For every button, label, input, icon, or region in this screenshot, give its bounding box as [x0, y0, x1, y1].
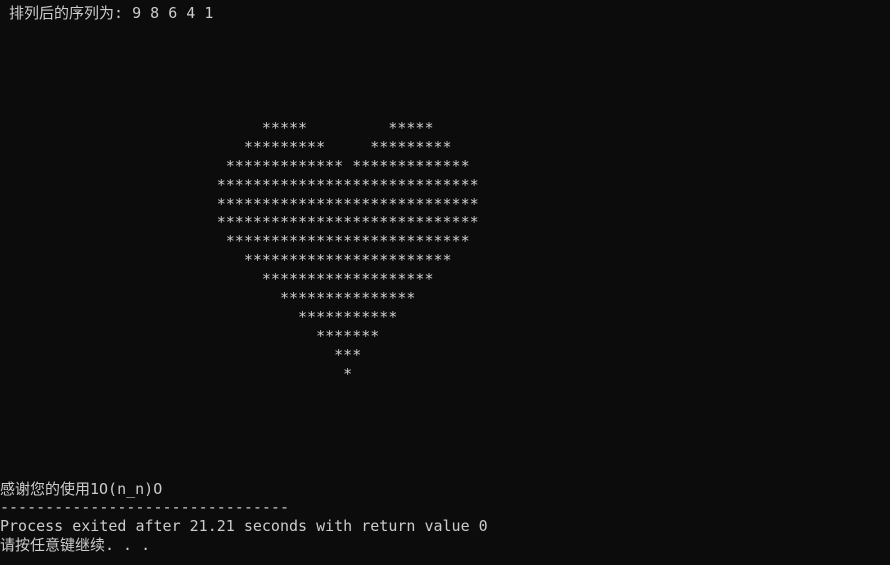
heart-art-row: *************** — [0, 289, 416, 307]
heart-art-row: ******* — [0, 327, 380, 345]
press-any-key-prompt: 请按任意键继续. . . — [0, 536, 151, 554]
process-exit-message: Process exited after 21.21 seconds with … — [0, 517, 488, 535]
heart-art-row: *************************** — [0, 232, 470, 250]
heart-art-row: ********* ********* — [0, 138, 452, 156]
separator-line: -------------------------------- — [0, 498, 289, 516]
thanks-message: 感谢您的使用1O(n_n)O — [0, 480, 163, 498]
heart-art-row: *** — [0, 346, 362, 364]
heart-art-row: ************* ************* — [0, 157, 470, 175]
sorted-sequence-output: 排列后的序列为: 9 8 6 4 1 — [0, 4, 214, 22]
heart-art-row: ***** ***** — [0, 119, 434, 137]
heart-art-row: ***************************** — [0, 195, 479, 213]
heart-art-row: ***************************** — [0, 213, 479, 231]
heart-art-row: *********** — [0, 308, 398, 326]
heart-art-row: ******************* — [0, 270, 434, 288]
heart-art-row: * — [0, 365, 353, 383]
heart-art-row: *********************** — [0, 251, 452, 269]
heart-art-row: ***************************** — [0, 176, 479, 194]
